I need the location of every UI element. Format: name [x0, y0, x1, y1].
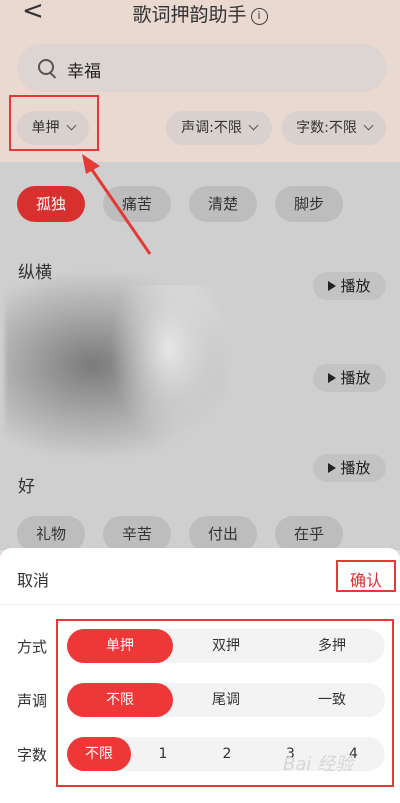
watermark: Bai 经验	[283, 754, 354, 775]
page-title: 歌词押韵助手 i	[0, 0, 400, 27]
play-icon	[328, 463, 337, 473]
tag-item[interactable]: 礼物	[17, 516, 85, 552]
result-text: 纵横	[18, 263, 52, 283]
tone-row-label: 声调	[17, 692, 48, 710]
divider	[0, 604, 400, 605]
tone-label: 声调:不限	[181, 120, 242, 136]
chevron-down-icon	[363, 120, 374, 131]
play-button[interactable]: 播放	[313, 272, 386, 300]
word-count-label: 字数:不限	[296, 120, 357, 136]
search-value: 幸福	[67, 62, 101, 82]
tag-item[interactable]: 在乎	[275, 516, 343, 552]
tag-item[interactable]: 清楚	[189, 186, 257, 222]
highlight-box-confirm	[336, 560, 396, 592]
tone-dropdown[interactable]: 声调:不限	[166, 111, 272, 145]
play-icon	[328, 281, 337, 291]
tag-item[interactable]: 付出	[189, 516, 257, 552]
result-text: 好	[18, 477, 35, 497]
info-icon[interactable]: i	[250, 8, 268, 25]
word-count-dropdown[interactable]: 字数:不限	[282, 111, 386, 145]
highlight-box-filter	[9, 95, 99, 151]
blurred-region	[110, 285, 230, 445]
play-button[interactable]: 播放	[313, 364, 386, 392]
tag-item[interactable]: 辛苦	[103, 516, 171, 552]
chevron-down-icon	[248, 120, 259, 131]
tag-item[interactable]: 脚步	[275, 186, 343, 222]
cancel-button[interactable]: 取消	[17, 567, 49, 591]
method-label: 方式	[17, 638, 48, 656]
search-icon	[38, 59, 54, 75]
arrow-annotation	[82, 154, 152, 255]
play-icon	[328, 373, 337, 383]
search-input[interactable]: 幸福	[17, 44, 387, 92]
play-button[interactable]: 播放	[313, 454, 386, 482]
count-row-label: 字数	[17, 746, 48, 764]
page-title-text: 歌词押韵助手	[132, 4, 247, 26]
